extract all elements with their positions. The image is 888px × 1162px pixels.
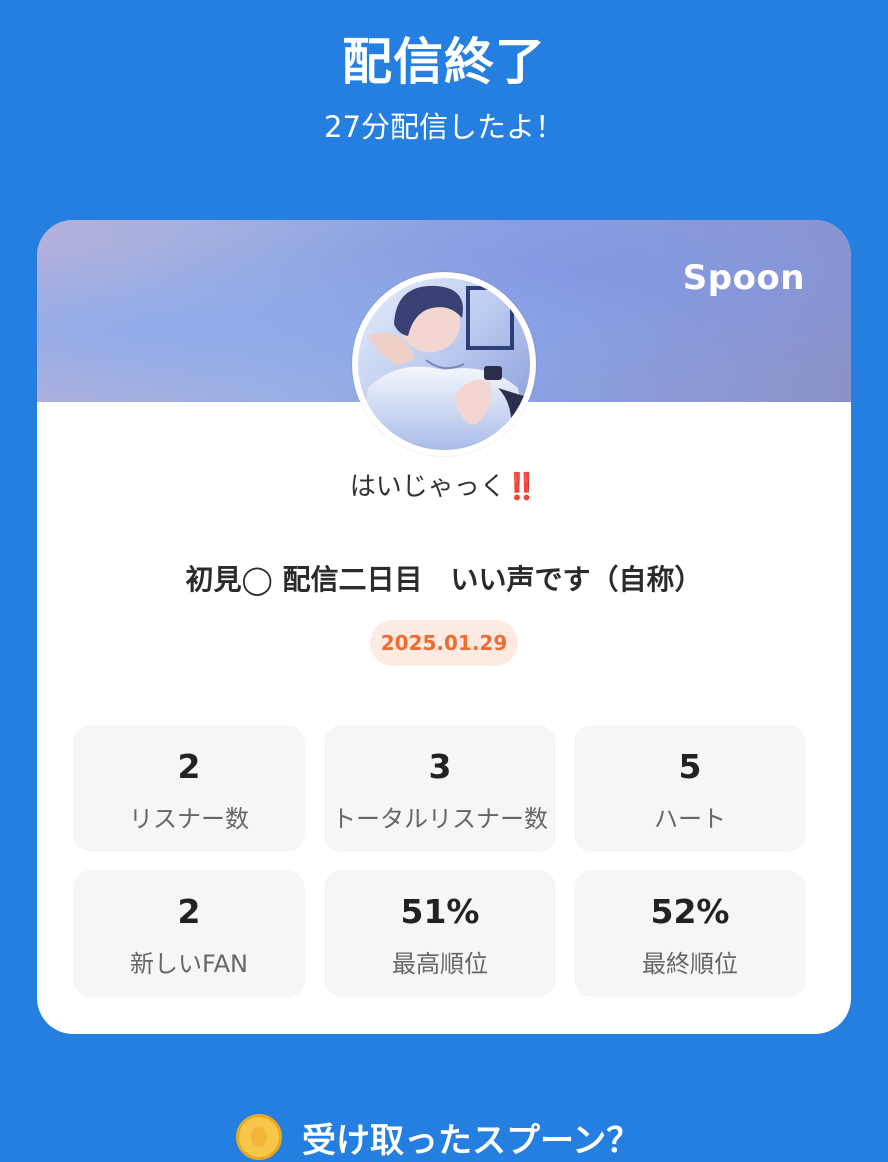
double-exclamation-icon: ‼️ bbox=[505, 472, 539, 502]
stat-label: 最終順位 bbox=[642, 950, 738, 978]
avatar-illustration bbox=[358, 278, 530, 450]
stat-hearts: 5 ハート bbox=[574, 725, 806, 852]
stat-final-rank: 52% 最終順位 bbox=[574, 870, 806, 997]
received-spoons-heading: 受け取ったスプーン？ bbox=[236, 1112, 640, 1162]
stat-value: 2 bbox=[177, 892, 201, 931]
stream-title: 初見◯ 配信二日目 いい声です（自称） bbox=[185, 563, 703, 596]
stat-value: 2 bbox=[177, 747, 201, 786]
stat-label: 新しいFAN bbox=[130, 950, 248, 978]
avatar-image bbox=[358, 278, 530, 450]
stat-label: トータルリスナー数 bbox=[332, 805, 548, 833]
host-name-text: はいじゃっく bbox=[349, 472, 506, 502]
stat-value: 52% bbox=[650, 892, 730, 931]
page-title: 配信終了 bbox=[342, 33, 546, 91]
host-name: はいじゃっく‼️ bbox=[37, 466, 851, 503]
broadcast-summary-card: Spoon はいじゃっく‼️ 初見◯ 配信二日目 いい声です（自称） 2025.… bbox=[37, 220, 851, 1034]
coin-icon bbox=[236, 1114, 282, 1160]
received-spoons-heading-text: 受け取ったスプーン？ bbox=[302, 1120, 641, 1161]
avatar bbox=[352, 272, 536, 456]
stat-label: 最高順位 bbox=[392, 950, 488, 978]
spoon-logo: Spoon bbox=[682, 258, 805, 298]
stat-total-listeners: 3 トータルリスナー数 bbox=[324, 725, 556, 852]
stat-new-fans: 2 新しいFAN bbox=[73, 870, 305, 997]
stream-duration-text: 27分配信したよ！ bbox=[324, 110, 564, 144]
stat-listeners: 2 リスナー数 bbox=[73, 725, 305, 852]
stat-label: ハート bbox=[654, 805, 726, 833]
stat-value: 51% bbox=[400, 892, 480, 931]
stat-highest-rank: 51% 最高順位 bbox=[324, 870, 556, 997]
stat-value: 5 bbox=[678, 747, 702, 786]
date-badge: 2025.01.29 bbox=[370, 620, 518, 666]
stat-value: 3 bbox=[428, 747, 452, 786]
stat-label: リスナー数 bbox=[129, 805, 249, 833]
